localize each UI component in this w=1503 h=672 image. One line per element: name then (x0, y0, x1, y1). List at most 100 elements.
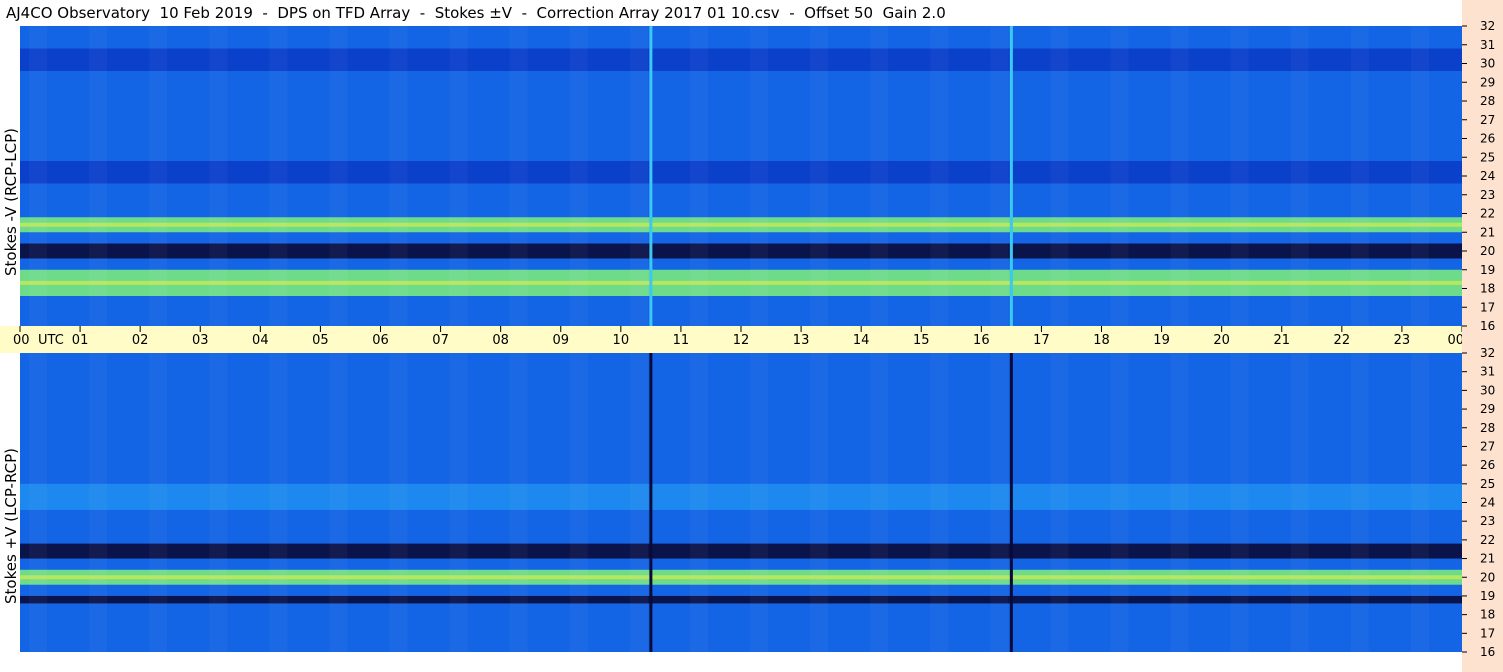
panel-bottom-texture-23 (1411, 353, 1429, 652)
xtick-label-6: 06 (372, 333, 389, 348)
panel-bottom-ytick-label-2: 30 (1480, 383, 1495, 397)
panel-bottom-ytick-label-12: 20 (1480, 570, 1495, 584)
panel-top-ytick-label-15: 17 (1480, 300, 1495, 314)
xtick-label-7: 07 (432, 333, 449, 348)
panel-top-texture-22 (1351, 26, 1369, 326)
panel-bottom-ytick-label-1: 31 (1480, 365, 1495, 379)
panel-bottom-texture-20 (1231, 353, 1249, 652)
freq-axis-layer: 32 31 30 29 28 27 26 25 24 23 22 21 20 19 18 17 16 32 31 30… (1462, 0, 1503, 672)
xtick-label-21: 21 (1273, 333, 1290, 348)
xtick-label-1: 01 (72, 333, 89, 348)
panel-top-texture-9 (570, 26, 588, 326)
panel-top-texture-20 (1231, 26, 1249, 326)
xtick-label-16: 16 (973, 333, 990, 348)
xtick-label-5: 05 (312, 333, 329, 348)
panel-top-texture-14 (870, 26, 888, 326)
xtick-label-23: 23 (1394, 333, 1411, 348)
panel-bottom-ytick-label-3: 29 (1480, 402, 1495, 416)
panel-bottom-ytick-label-15: 17 (1480, 626, 1495, 640)
panel-top-ytick-label-1: 31 (1480, 38, 1495, 52)
panel-top-texture-17 (1050, 26, 1068, 326)
panel-top-ytick-label-2: 30 (1480, 57, 1495, 71)
panel-bottom-texture-6 (390, 353, 408, 652)
panel-bottom-vline-0 (649, 353, 653, 652)
panel-bottom-texture-14 (870, 353, 888, 652)
panel-top-texture-3 (209, 26, 227, 326)
panel-top-ytick-label-0: 32 (1480, 19, 1495, 33)
panel-bottom-texture-19 (1171, 353, 1189, 652)
xtick-label-13: 13 (793, 333, 810, 348)
panel-top-texture-7 (450, 26, 468, 326)
panel-top-texture-6 (390, 26, 408, 326)
panel-top-texture-21 (1291, 26, 1309, 326)
xtick-label-12: 12 (733, 333, 750, 348)
panel-bottom-texture-17 (1050, 353, 1068, 652)
panel-bottom-texture-7 (450, 353, 468, 652)
panel-top-ytick-label-4: 28 (1480, 94, 1495, 108)
panel-top-ytick-label-11: 21 (1480, 225, 1495, 239)
panel-bottom-texture-5 (329, 353, 347, 652)
panel-bottom-texture-18 (1111, 353, 1129, 652)
panel-top-ytick-label-7: 25 (1480, 150, 1495, 164)
panel-top-texture-23 (1411, 26, 1429, 326)
xtick-label-3: 03 (192, 333, 209, 348)
panel-top-ytick-label-5: 27 (1480, 113, 1495, 127)
panel-top-vline-0 (649, 26, 653, 326)
panel-bottom-texture-8 (510, 353, 528, 652)
panel-top-texture-12 (750, 26, 768, 326)
panel-top-texture-15 (930, 26, 948, 326)
xaxis-unit-utc: UTC (38, 333, 64, 348)
panel-bottom-ytick-label-10: 22 (1480, 533, 1495, 547)
xtick-label-24: 00 (1447, 333, 1464, 348)
panel-bottom-ytick-label-4: 28 (1480, 421, 1495, 435)
panel-top-ytick-label-8: 24 (1480, 169, 1495, 183)
panel-bottom-texture-22 (1351, 353, 1369, 652)
panel-top (20, 26, 1462, 326)
panel-bottom-texture-21 (1291, 353, 1309, 652)
panel-bottom-texture-3 (209, 353, 227, 652)
panel-bottom-ytick-label-0: 32 (1480, 346, 1495, 360)
panel-top-ytick-label-6: 26 (1480, 132, 1495, 146)
panel-bottom-texture-4 (269, 353, 287, 652)
panel-top-texture-0 (29, 26, 47, 326)
xtick-label-0: 00 (13, 333, 30, 348)
panel-top-texture-5 (329, 26, 347, 326)
panel-bottom-ytick-label-9: 23 (1480, 514, 1495, 528)
panel-top-texture-19 (1171, 26, 1189, 326)
xtick-label-4: 04 (252, 333, 269, 348)
panel-top-texture-1 (89, 26, 107, 326)
panel-top-texture-8 (510, 26, 528, 326)
panel-bottom-ytick-label-8: 24 (1480, 496, 1495, 510)
xtick-label-20: 20 (1213, 333, 1230, 348)
panel-top-ytick-label-14: 18 (1480, 282, 1495, 296)
panel-top-texture-18 (1111, 26, 1129, 326)
panel-bottom-texture-0 (29, 353, 47, 652)
panel-top-texture-13 (810, 26, 828, 326)
xtick-label-17: 17 (1033, 333, 1050, 348)
panel-bottom-vline-1 (1009, 353, 1013, 652)
panel-bottom-ytick-label-5: 27 (1480, 439, 1495, 453)
time-axis-band (0, 326, 1462, 353)
xtick-label-9: 09 (552, 333, 569, 348)
panel-bottom-texture-12 (750, 353, 768, 652)
panel-top-vline-1 (1009, 26, 1013, 326)
panel-top-texture-11 (690, 26, 708, 326)
xtick-label-14: 14 (853, 333, 870, 348)
panel-bottom-ytick-label-6: 26 (1480, 458, 1495, 472)
panel-top-ytick-label-9: 23 (1480, 188, 1495, 202)
panel-bottom-texture-2 (149, 353, 167, 652)
panel-top-texture-4 (269, 26, 287, 326)
panel-top-ytick-label-3: 29 (1480, 75, 1495, 89)
panel-bottom-texture-13 (810, 353, 828, 652)
panel-top-texture-2 (149, 26, 167, 326)
xtick-label-10: 10 (613, 333, 630, 348)
panel-bottom-texture-9 (570, 353, 588, 652)
xtick-label-2: 02 (132, 333, 149, 348)
panel-bottom-texture-1 (89, 353, 107, 652)
xtick-label-18: 18 (1093, 333, 1110, 348)
xtick-label-15: 15 (913, 333, 930, 348)
panel-top-ytick-label-12: 20 (1480, 244, 1495, 258)
panel-bottom-ytick-label-11: 21 (1480, 552, 1495, 566)
spectrogram-chart: 00 01 02 03 04 05 06 07 08 09 10 11 12 13 14 15 16 17 18 19… (0, 0, 1503, 672)
panel-bottom-texture-11 (690, 353, 708, 652)
